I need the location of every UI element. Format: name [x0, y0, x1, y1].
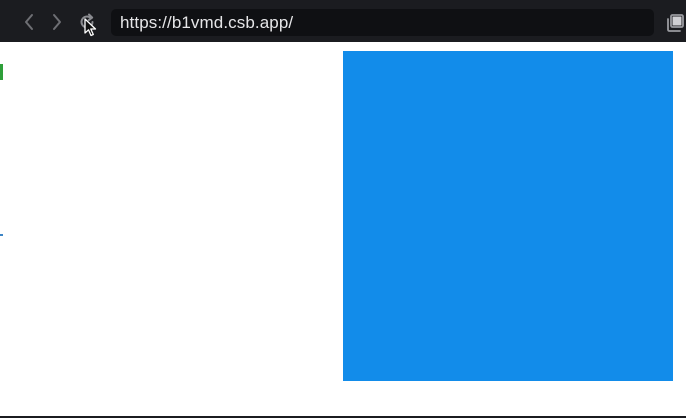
address-bar[interactable]: https://b1vmd.csb.app/	[111, 9, 654, 36]
page-viewport	[0, 42, 686, 418]
reload-button[interactable]	[77, 11, 97, 33]
chevron-right-icon	[51, 13, 63, 31]
url-text: https://b1vmd.csb.app/	[120, 12, 294, 32]
reload-icon	[77, 12, 97, 32]
edge-marker	[0, 234, 3, 236]
tabs-button[interactable]	[666, 13, 686, 33]
edge-marker	[0, 64, 3, 80]
back-button[interactable]	[19, 11, 39, 33]
browser-window: https://b1vmd.csb.app/	[0, 0, 686, 418]
tabs-icon	[666, 14, 686, 37]
forward-button[interactable]	[47, 11, 67, 33]
blue-square	[343, 51, 673, 381]
chevron-left-icon	[23, 13, 35, 31]
browser-toolbar: https://b1vmd.csb.app/	[0, 0, 686, 42]
